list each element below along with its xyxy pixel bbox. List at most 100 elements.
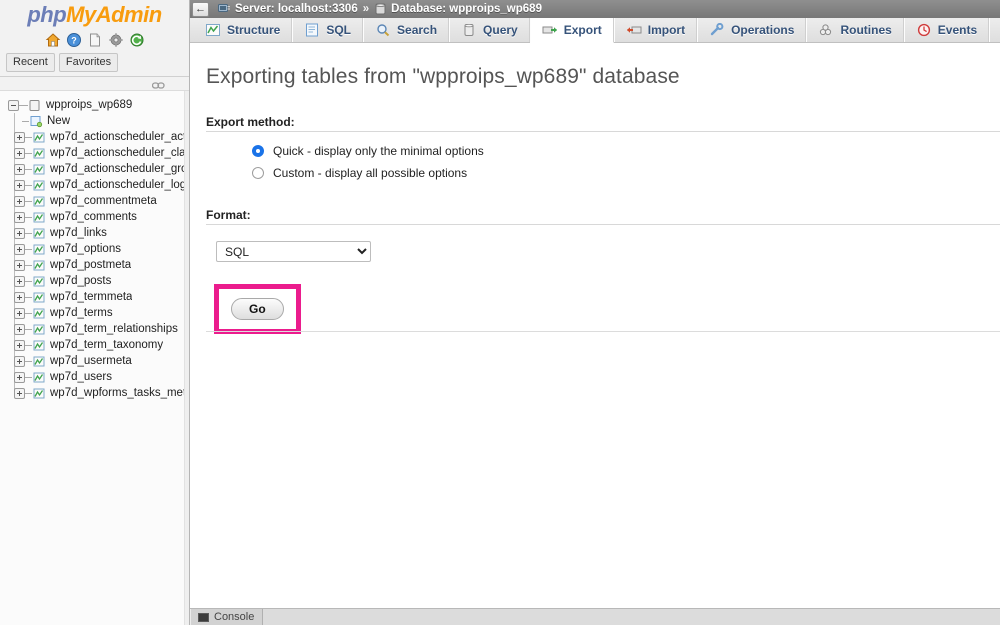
tree-node-table[interactable]: wp7d_usermeta: [0, 353, 189, 369]
tree-table-label: wp7d_actionscheduler_group: [50, 163, 189, 175]
tree-connector: [25, 136, 32, 138]
breadcrumb-separator: »: [362, 3, 370, 15]
tab-label: SQL: [326, 23, 352, 37]
tree-node-table[interactable]: wp7d_links: [0, 225, 189, 241]
go-button[interactable]: Go: [231, 298, 284, 320]
expand-toggle-icon[interactable]: [14, 291, 25, 303]
tab-export[interactable]: Export: [529, 18, 614, 43]
operations-icon: [709, 22, 725, 37]
expand-toggle-icon[interactable]: [14, 339, 25, 351]
tree-node-table[interactable]: wp7d_options: [0, 241, 189, 257]
expand-toggle-icon[interactable]: [14, 323, 25, 335]
tree-node-table[interactable]: wp7d_comments: [0, 209, 189, 225]
tab-triggers[interactable]: Triggers: [989, 18, 1000, 42]
tree-connector: [25, 376, 32, 378]
settings-icon[interactable]: [108, 32, 124, 48]
export-method-option-quick[interactable]: Quick - display only the minimal options: [252, 144, 1000, 158]
tree-scrollbar[interactable]: [184, 91, 189, 625]
table-icon: [32, 211, 46, 224]
tree-node-table[interactable]: wp7d_term_taxonomy: [0, 337, 189, 353]
table-icon: [32, 387, 46, 400]
expand-toggle-icon[interactable]: [14, 147, 25, 159]
docs-icon[interactable]: [87, 32, 103, 48]
expand-toggle-icon[interactable]: [14, 163, 25, 175]
expand-toggle-icon[interactable]: [14, 387, 25, 399]
expand-toggle-icon[interactable]: [14, 195, 25, 207]
tree-node-table[interactable]: wp7d_wpforms_tasks_meta: [0, 385, 189, 401]
tree-connector: [25, 328, 32, 330]
expand-toggle-icon[interactable]: [14, 259, 25, 271]
favorites-button[interactable]: Favorites: [58, 53, 119, 72]
table-icon: [32, 147, 46, 160]
logo-php-text: php: [27, 2, 67, 27]
sidebar-divider: [0, 76, 189, 90]
export-method-option-custom[interactable]: Custom - display all possible options: [252, 166, 1000, 180]
tree-node-table[interactable]: wp7d_terms: [0, 305, 189, 321]
server-icon: [218, 3, 231, 15]
tab-query[interactable]: Query: [449, 18, 530, 42]
tree-connector: [25, 264, 32, 266]
reload-icon[interactable]: [129, 32, 145, 48]
back-button[interactable]: ←: [192, 1, 209, 17]
expand-toggle-icon[interactable]: [14, 131, 25, 143]
tab-routines[interactable]: Routines: [806, 18, 904, 42]
tree-node-table[interactable]: wp7d_termmeta: [0, 289, 189, 305]
tree-node-table[interactable]: wp7d_actionscheduler_group: [0, 161, 189, 177]
breadcrumb-server[interactable]: Server: localhost:3306: [235, 3, 358, 15]
expand-toggle-icon[interactable]: [14, 179, 25, 191]
tree-table-label: wp7d_actionscheduler_claims: [50, 147, 189, 159]
radio-quick[interactable]: [252, 145, 264, 157]
tree-table-label: wp7d_posts: [50, 275, 112, 287]
expand-toggle-icon[interactable]: [14, 211, 25, 223]
tab-label: Routines: [840, 23, 892, 37]
tab-label: Events: [937, 23, 978, 37]
expand-toggle-icon[interactable]: [14, 371, 25, 383]
help-icon[interactable]: ?: [66, 32, 82, 48]
breadcrumb-database[interactable]: Database: wpproips_wp689: [391, 3, 542, 15]
tab-events[interactable]: Events: [903, 18, 990, 42]
tree-node-new[interactable]: New: [0, 113, 189, 129]
console-toggle-button[interactable]: Console: [190, 608, 264, 625]
tree-table-label: wp7d_termmeta: [50, 291, 133, 303]
tab-search[interactable]: Search: [363, 18, 450, 42]
tree-connector: [25, 360, 32, 362]
table-icon: [32, 131, 46, 144]
tree-node-table[interactable]: wp7d_actionscheduler_claims: [0, 145, 189, 161]
tab-operations[interactable]: Operations: [697, 18, 807, 42]
tree-node-table[interactable]: wp7d_commentmeta: [0, 193, 189, 209]
tree-node-table[interactable]: wp7d_actionscheduler_logs: [0, 177, 189, 193]
tree-node-table[interactable]: wp7d_posts: [0, 273, 189, 289]
routines-icon: [818, 23, 834, 37]
logo-container[interactable]: phpMyAdmin: [0, 0, 189, 28]
table-icon: [32, 355, 46, 368]
radio-custom[interactable]: [252, 167, 264, 179]
tree-node-database[interactable]: wpproips_wp689: [0, 97, 189, 113]
tree-node-table[interactable]: wp7d_users: [0, 369, 189, 385]
tab-structure[interactable]: Structure: [194, 18, 293, 42]
collapse-toggle-icon[interactable]: [8, 99, 19, 111]
recent-button[interactable]: Recent: [6, 53, 55, 72]
tab-sql[interactable]: SQL: [292, 18, 364, 42]
format-select-wrapper: SQLCSVCSV for MS ExcelJSONPDFXMLYAML: [216, 241, 1000, 262]
sidebar-quick-buttons: Recent Favorites: [0, 51, 189, 76]
expand-toggle-icon[interactable]: [14, 275, 25, 287]
phpmyadmin-logo[interactable]: phpMyAdmin: [0, 4, 189, 26]
format-rule: [206, 224, 1000, 225]
tree-node-table[interactable]: wp7d_postmeta: [0, 257, 189, 273]
expand-toggle-icon[interactable]: [14, 227, 25, 239]
tree-table-label: wp7d_wpforms_tasks_meta: [50, 387, 189, 399]
content-bottom-rule: [206, 331, 1000, 332]
logo-myadmin-text: MyAdmin: [66, 2, 162, 27]
expand-toggle-icon[interactable]: [14, 307, 25, 319]
expand-toggle-icon[interactable]: [14, 355, 25, 367]
database-breadcrumb-icon: [374, 3, 387, 15]
tree-node-table[interactable]: wp7d_actionscheduler_action: [0, 129, 189, 145]
tree-node-table[interactable]: wp7d_term_relationships: [0, 321, 189, 337]
tree-new-label: New: [47, 115, 71, 127]
format-select[interactable]: SQLCSVCSV for MS ExcelJSONPDFXMLYAML: [216, 241, 371, 262]
tab-import[interactable]: Import: [613, 18, 698, 42]
chain-link-icon[interactable]: [151, 79, 165, 89]
home-icon[interactable]: [45, 32, 61, 48]
expand-toggle-icon[interactable]: [14, 243, 25, 255]
console-bar[interactable]: Console: [190, 608, 1000, 625]
